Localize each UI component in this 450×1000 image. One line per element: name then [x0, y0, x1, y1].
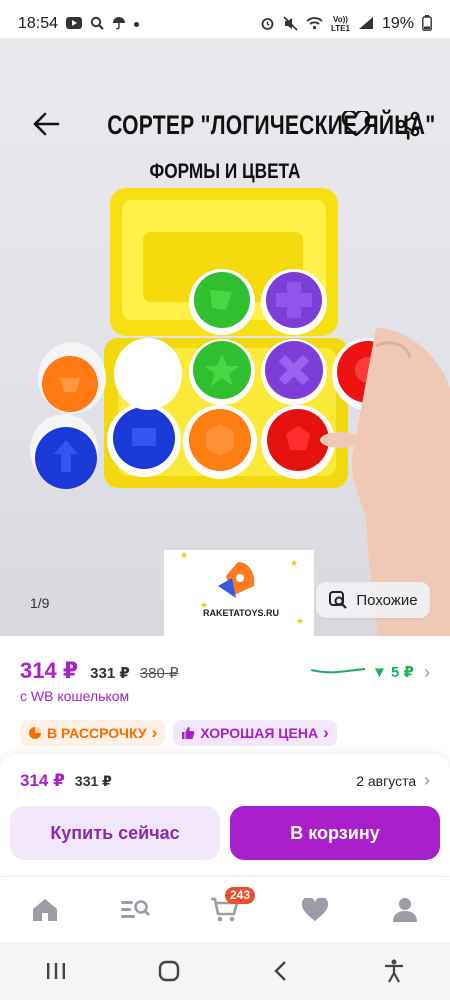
status-time: 18:54	[18, 15, 59, 32]
similar-label: Похожие	[356, 591, 418, 609]
cart-badge: 243	[225, 886, 256, 904]
system-nav-bar	[0, 942, 450, 1000]
card-brand: RAKETATOYS.RU	[203, 608, 279, 618]
delivery-date: 2 августа	[356, 773, 417, 789]
sheet-old-price: 331 ₽	[74, 773, 112, 789]
wifi-icon	[306, 16, 323, 32]
promo-chips: В РАССРОЧКУ › ХОРОШАЯ ЦЕНА ›	[20, 720, 337, 746]
home-icon	[33, 898, 57, 921]
buy-now-button[interactable]: Купить сейчас	[10, 806, 220, 860]
umbrella-icon	[112, 16, 126, 32]
add-to-cart-button[interactable]: В корзину	[230, 806, 440, 860]
price-trend-sparkline	[310, 668, 366, 674]
good-price-label: ХОРОШАЯ ЦЕНА	[200, 725, 319, 741]
mute-icon	[283, 15, 298, 33]
favorite-button[interactable]	[336, 104, 376, 144]
similar-button[interactable]: Похожие	[316, 582, 430, 618]
chevron-right-icon: ›	[424, 770, 430, 790]
svg-text:★: ★	[290, 559, 298, 569]
image-subtitle: ФОРМЫ И ЦВЕТА	[149, 160, 301, 183]
price-without-wallet: 331 ₽	[90, 665, 130, 682]
back-system-button[interactable]	[251, 946, 311, 996]
nav-cart[interactable]: 243	[195, 885, 256, 935]
price-row: 314 ₽ 331 ₽ 380 ₽ ▼ 5 ₽ ›	[20, 658, 430, 686]
image-counter: 1/9	[30, 595, 50, 611]
buy-sheet: 314 ₽ 331 ₽ 2 августа › Купить сейчас В …	[0, 754, 450, 874]
accessibility-button[interactable]	[364, 946, 424, 996]
svg-text:★: ★	[180, 551, 188, 561]
similar-search-icon	[329, 591, 348, 609]
svg-text:★: ★	[296, 617, 304, 627]
chevron-right-icon: ›	[151, 723, 158, 742]
thumbs-up-icon	[182, 727, 195, 739]
nav-home[interactable]	[15, 885, 75, 935]
wallet-note: с WB кошельком	[20, 688, 130, 704]
profile-icon	[393, 897, 417, 922]
search-notification-icon	[90, 16, 104, 32]
recent-apps-button[interactable]	[26, 946, 86, 996]
home-button[interactable]	[139, 946, 199, 996]
sheet-price-row: 314 ₽ 331 ₽ 2 августа ›	[20, 770, 430, 791]
signal-icon	[358, 16, 374, 32]
nav-favorites[interactable]	[285, 885, 345, 935]
product-image: ★ ★ ★ ★ RAKETATOYS.RU	[30, 188, 450, 636]
nav-profile[interactable]	[375, 885, 435, 935]
good-price-chip[interactable]: ХОРОШАЯ ЦЕНА ›	[173, 720, 337, 746]
heart-icon	[342, 111, 370, 137]
volte-label: Vo)) LTE1	[331, 15, 350, 33]
price-drop: ▼ 5 ₽	[372, 664, 414, 681]
image-title: СОРТЕР "ЛОГИЧЕСКИЕ ЯЙЦА"	[107, 110, 436, 140]
sheet-price: 314 ₽	[20, 771, 65, 790]
installment-label: В РАССРОЧКУ	[47, 725, 147, 741]
chevron-right-icon: ›	[323, 723, 329, 742]
installment-chip[interactable]: В РАССРОЧКУ ›	[20, 720, 166, 746]
delivery-date-button[interactable]: 2 августа ›	[356, 770, 430, 791]
heart-icon	[301, 897, 329, 921]
battery-percent: 19%	[381, 15, 414, 32]
accessibility-icon	[384, 959, 403, 983]
pie-icon	[29, 727, 41, 739]
back-chevron-icon	[274, 961, 287, 981]
product-gallery[interactable]: ★ ★ ★ ★ RAKETATOYS.RU СОРТЕР "ЛОГИЧЕСКИЕ…	[0, 38, 450, 636]
original-price: 380 ₽	[139, 665, 179, 682]
share-button[interactable]	[388, 104, 428, 144]
battery-icon	[422, 15, 432, 33]
recent-apps-icon	[47, 963, 66, 979]
chevron-right-icon: ›	[424, 661, 430, 682]
current-price: 314 ₽	[20, 658, 79, 683]
home-circle-icon	[158, 960, 179, 982]
share-icon	[396, 111, 420, 137]
catalog-search-icon	[121, 899, 150, 918]
price-history-button[interactable]: ▼ 5 ₽ ›	[310, 662, 430, 683]
back-button[interactable]	[26, 104, 66, 144]
youtube-icon	[66, 17, 83, 31]
more-notifications-dot	[134, 21, 140, 27]
arrow-left-icon	[33, 112, 60, 136]
nav-catalog[interactable]	[105, 885, 165, 935]
alarm-icon	[260, 16, 275, 33]
bottom-nav: 243	[0, 876, 450, 942]
